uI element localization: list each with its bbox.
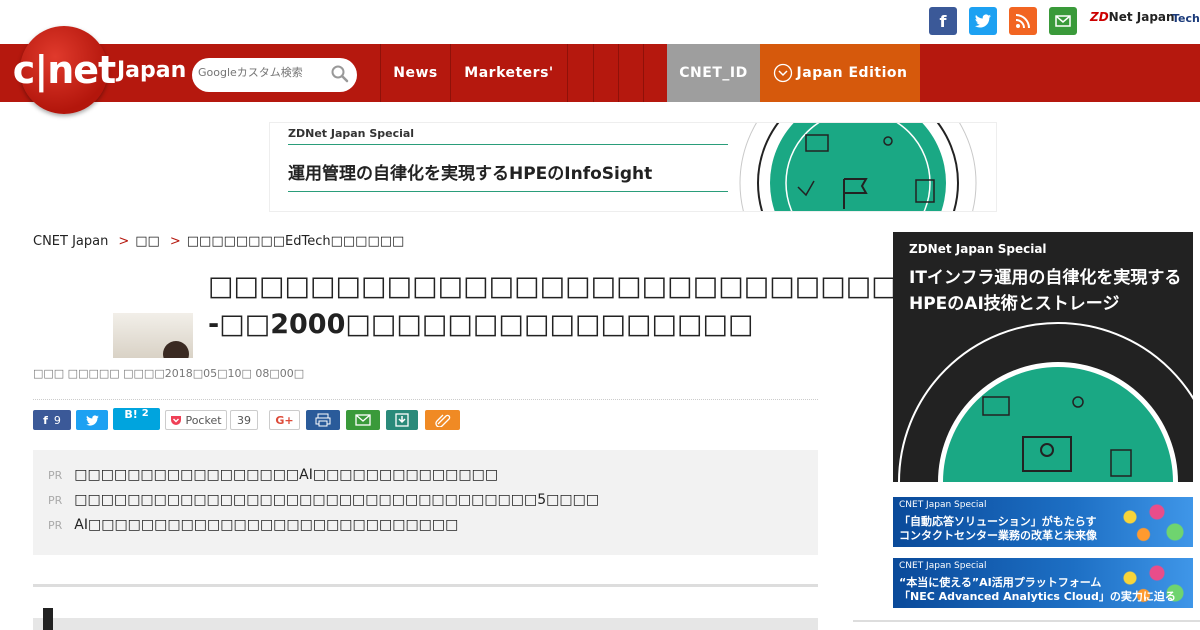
nav-news[interactable]: News	[380, 44, 450, 102]
ad-title-line: コンタクトセンター業務の改革と未来像	[899, 529, 1097, 542]
ad-icons	[982, 396, 1132, 477]
banner-title: 運用管理の自律化を実現するHPEのInfoSight	[288, 164, 653, 184]
twitter-icon[interactable]	[969, 7, 997, 35]
section-marker	[43, 608, 53, 630]
hatena-icon: B!	[124, 408, 138, 421]
print-icon	[315, 413, 331, 427]
ad-title: ITインフラ運用の自律化を実現する HPEのAI技術とストレージ	[909, 265, 1181, 317]
search-icon[interactable]	[331, 65, 349, 83]
author-photo	[113, 313, 193, 358]
hatena-count: 2	[141, 408, 149, 419]
pocket-count: 39	[230, 410, 258, 430]
facebook-share-button[interactable]: f9	[33, 410, 71, 430]
facebook-icon: f	[43, 413, 48, 427]
clip-button[interactable]	[425, 410, 460, 430]
nav-japan-edition[interactable]: Japan Edition	[760, 44, 920, 102]
ad-label: CNET Japan Special	[899, 561, 987, 571]
divider	[33, 399, 818, 400]
breadcrumb-separator: >	[118, 234, 130, 249]
pr-tag: PR	[48, 494, 63, 507]
mail-icon[interactable]	[1049, 7, 1077, 35]
top-banner-ad[interactable]: ZDNet Japan Special 運用管理の自律化を実現するHPEのInf…	[269, 122, 997, 212]
top-share-bar: f ZDNet Japan TechRepublic	[0, 0, 1200, 44]
breadcrumb-section[interactable]: □□	[135, 234, 160, 249]
breadcrumb: CNET Japan > □□ > □□□□□□□□EdTech□□□□□□	[33, 234, 404, 249]
google-plus-button[interactable]: G+	[269, 410, 300, 430]
facebook-count: 9	[53, 413, 61, 427]
hatena-bookmark-button[interactable]: B! 2	[113, 408, 160, 430]
section-divider	[33, 584, 818, 587]
twitter-share-button[interactable]	[76, 410, 108, 430]
nav-cnet-id[interactable]: CNET_ID	[667, 44, 760, 102]
zdnet-japan-link[interactable]: ZDNet Japan	[1090, 10, 1175, 24]
rss-icon[interactable]	[1009, 7, 1037, 35]
ad-label: CNET Japan Special	[899, 500, 987, 510]
section-header-bar	[33, 618, 818, 630]
article-title: □□□□□□□□□□□□□□□□□□□□□□□□□□□--□□2000□□□□□…	[208, 271, 908, 340]
ad-title-line: “本当に使える”AI活用プラットフォーム	[899, 576, 1102, 589]
ad-title: 「自動応答ソリューション」がもたらす コンタクトセンター業務の改革と未来像	[899, 515, 1097, 543]
pr-link-text: AI□□□□□□□□□□□□□□□□□□□□□□□□□□□□	[74, 517, 459, 533]
banner-rule	[288, 144, 728, 145]
banner-graphic	[728, 123, 996, 211]
download-icon	[395, 413, 409, 427]
nav-item-empty-3[interactable]	[618, 44, 643, 102]
nav-item-empty-4[interactable]	[643, 44, 667, 102]
ad-title-line: 「NEC Advanced Analytics Cloud」の実力に迫る	[899, 590, 1176, 603]
banner-label: ZDNet Japan Special	[288, 127, 415, 140]
nav-marketers[interactable]: Marketers'	[450, 44, 567, 102]
pr-link[interactable]: PR □□□□□□□□□□□□□□□□□□□□□□□□□□□□□□□□□□□5□□…	[48, 492, 599, 508]
zdnet-label: Net Japan	[1108, 10, 1175, 24]
zdnet-brand: ZD	[1090, 10, 1109, 24]
sidebar-ad-hpe[interactable]: ZDNet Japan Special ITインフラ運用の自律化を実現する HPE…	[893, 232, 1193, 482]
pr-link[interactable]: PR □□□□□□□□□□□□□□□□□AI□□□□□□□□□□□□□□	[48, 467, 498, 483]
email-share-button[interactable]	[346, 410, 380, 430]
banner-rule	[288, 191, 728, 192]
pr-tag: PR	[48, 519, 63, 532]
logo-text: c|net	[12, 48, 116, 92]
chevron-down-icon	[773, 63, 792, 83]
paperclip-icon	[434, 414, 450, 427]
logo-japan-label: Japan	[117, 58, 187, 83]
pocket-label: Pocket	[185, 413, 222, 427]
pr-link-text: □□□□□□□□□□□□□□□□□□□□□□□□□□□□□□□□□□□5□□□□	[74, 492, 600, 508]
twitter-icon	[85, 414, 99, 426]
edition-label: Japan Edition	[796, 65, 908, 81]
sidebar-ad-nec[interactable]: CNET Japan Special “本当に使える”AI活用プラットフォーム「…	[893, 558, 1193, 608]
cnet-logo[interactable]: c|net	[13, 26, 116, 114]
save-button[interactable]	[386, 410, 418, 430]
pr-tag: PR	[48, 469, 63, 482]
ad-title-line: 「自動応答ソリューション」がもたらす	[899, 515, 1097, 528]
nav-item-empty-2[interactable]	[593, 44, 618, 102]
ad-title-line: ITインフラ運用の自律化を実現する	[909, 268, 1182, 288]
pr-links-box: PR □□□□□□□□□□□□□□□□□AI□□□□□□□□□□□□□□ PR □□…	[33, 450, 818, 555]
print-button[interactable]	[306, 410, 340, 430]
article-meta: □□□ □□□□□ □□□□2018□05□10□ 08□00□	[33, 367, 305, 380]
techrepublic-link[interactable]: TechRepublic	[1172, 12, 1200, 25]
sidebar-ad-contact-center[interactable]: CNET Japan Special 「自動応答ソリューション」がもたらす コンタ…	[893, 497, 1193, 547]
ad-title-line: HPEのAI技術とストレージ	[909, 294, 1120, 314]
breadcrumb-home[interactable]: CNET Japan	[33, 234, 108, 249]
search-input[interactable]	[198, 66, 326, 79]
pocket-icon	[171, 415, 182, 425]
pr-link[interactable]: PR AI□□□□□□□□□□□□□□□□□□□□□□□□□□□□	[48, 517, 458, 533]
nav-item-empty-1[interactable]	[567, 44, 593, 102]
facebook-icon[interactable]: f	[929, 7, 957, 35]
mail-icon	[355, 414, 371, 426]
ad-label: ZDNet Japan Special	[909, 242, 1047, 256]
pr-link-text: □□□□□□□□□□□□□□□□□AI□□□□□□□□□□□□□□	[74, 467, 499, 483]
breadcrumb-series[interactable]: □□□□□□□□EdTech□□□□□□	[187, 234, 405, 249]
ad-graphic	[1103, 497, 1193, 547]
breadcrumb-separator: >	[169, 234, 181, 249]
search-box	[192, 58, 357, 92]
pocket-button[interactable]: Pocket	[165, 410, 227, 430]
ad-title: “本当に使える”AI活用プラットフォーム 「NEC Advanced Analyt…	[899, 576, 1176, 604]
sidebar-divider	[853, 620, 1200, 622]
